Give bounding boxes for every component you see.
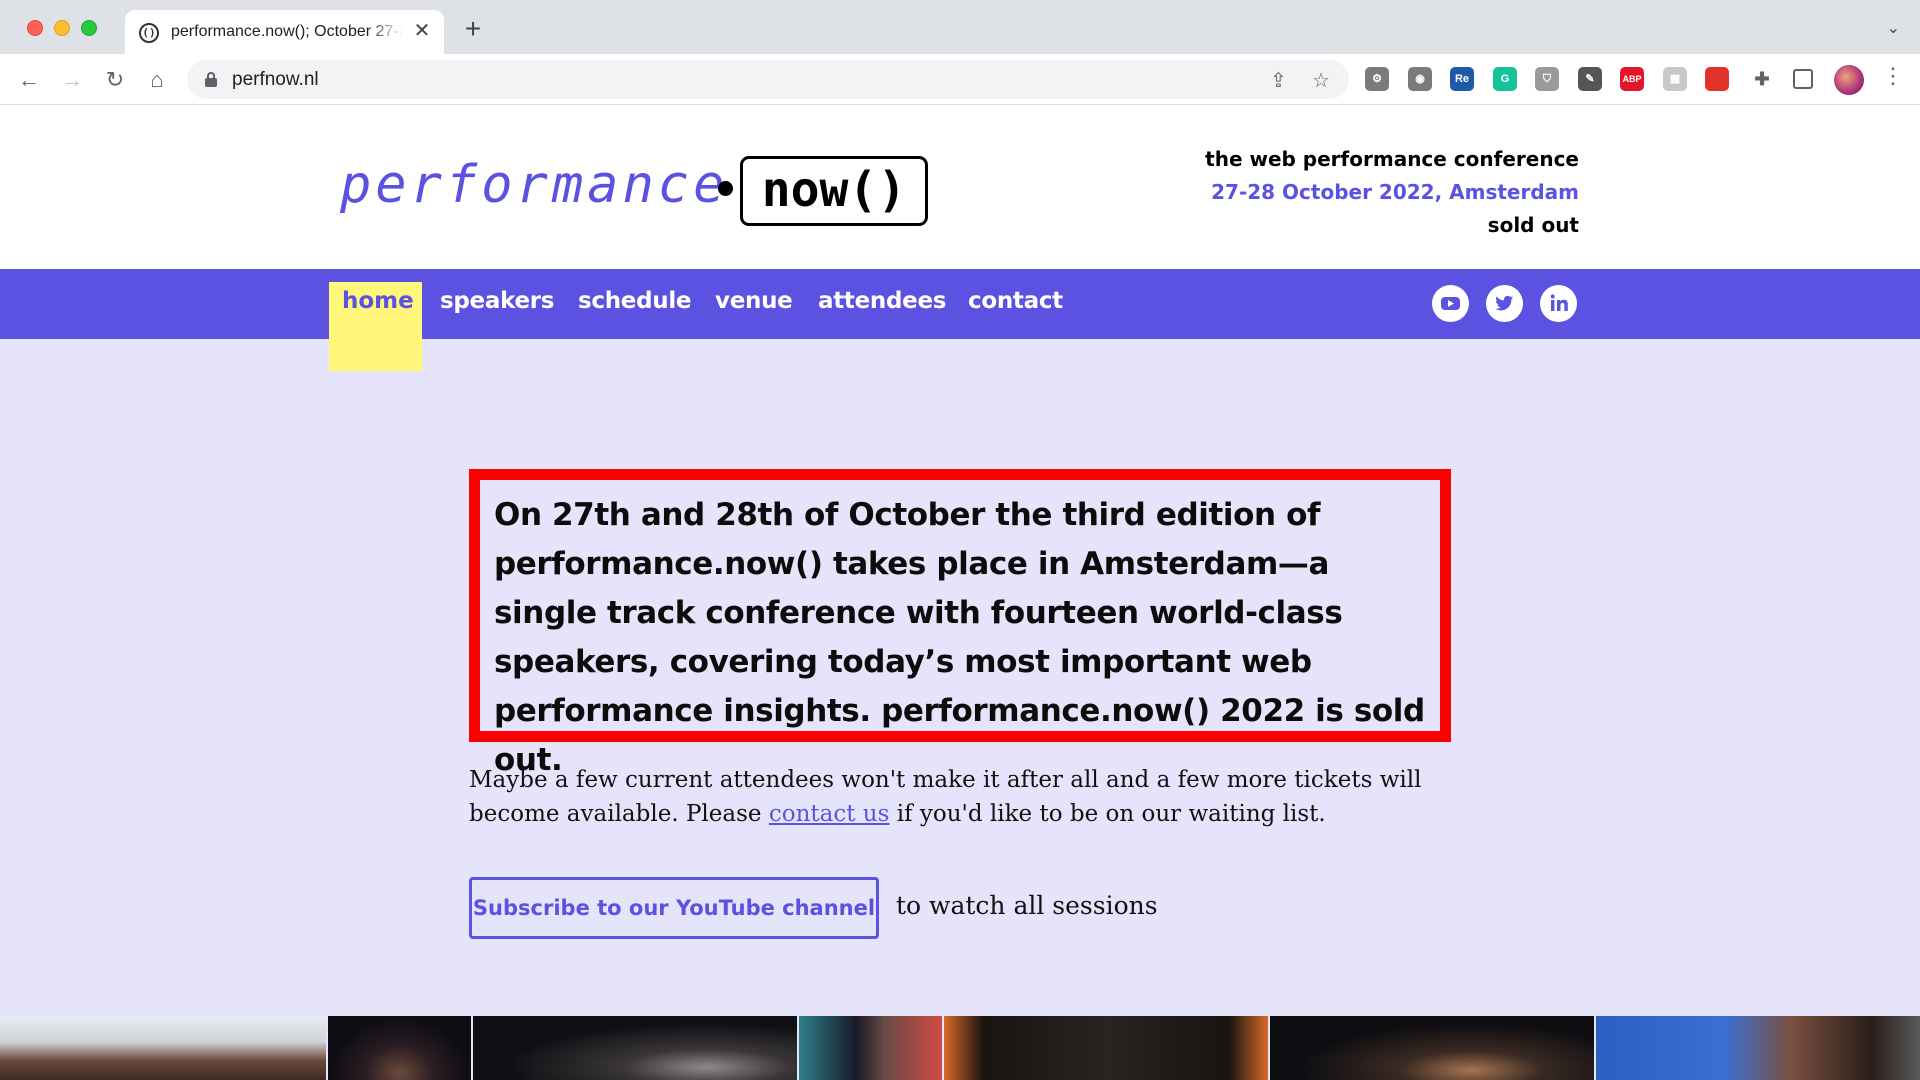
intro-highlight-frame: On 27th and 28th of October the third ed… [469,469,1451,778]
minimize-window-button[interactable] [54,20,70,36]
side-panel-icon[interactable] [1793,69,1813,89]
photo-speaker-5 [1596,1016,1920,1080]
browser-toolbar: ← → ↻ ⌂ perfnow.nl ⇪ ☆ ⚙ ◉ Re G ⛉ ✎ ABP ▦ ✚ ⋮ [0,54,1920,105]
nav-item-home-label: home [342,288,414,314]
close-window-button[interactable] [27,20,43,36]
address-bar[interactable]: perfnow.nl ⇪ ☆ [187,60,1349,99]
nav-item-attendees[interactable]: attendees [818,288,946,314]
maximize-window-button[interactable] [81,20,97,36]
waiting-list-paragraph: Maybe a few current attendees won't make… [469,763,1469,831]
nav-item-venue[interactable]: venue [715,288,793,314]
home-icon[interactable]: ⌂ [142,65,172,95]
re-extension-icon[interactable]: Re [1450,67,1474,91]
nav-item-schedule[interactable]: schedule [578,288,692,314]
contact-us-link[interactable]: contact us [769,801,890,827]
pin-extension-icon[interactable]: ✎ [1578,67,1602,91]
waiting-text-end: if you'd like to be on our waiting list. [889,801,1326,827]
grid-extension-icon[interactable]: ▦ [1663,67,1687,91]
logo-wordmark[interactable]: performance [340,155,728,215]
logo-now-box[interactable]: now() [740,156,928,226]
photo-venue-building [0,1016,326,1080]
abp-extension-icon[interactable]: ABP [1620,67,1644,91]
logo-dot [718,181,733,196]
red-square-extension-icon[interactable] [1705,67,1729,91]
tab-search-chevron-icon[interactable]: ⌄ [1887,18,1900,38]
watch-sessions-text: to watch all sessions [896,891,1158,920]
gear-extension-icon[interactable]: ⚙ [1365,67,1389,91]
tagline: the web performance conference [1205,147,1579,171]
photo-stage [944,1016,1268,1080]
main-navigation: home speakers schedule venue attendees c… [0,269,1920,371]
intro-paragraph: On 27th and 28th of October the third ed… [494,497,1425,778]
photo-speaker-3 [799,1016,942,1080]
event-dates: 27-28 October 2022, Amsterdam [1211,180,1579,204]
shield-extension-icon[interactable]: ⛉ [1535,67,1559,91]
linkedin-icon[interactable] [1540,285,1577,322]
twitter-icon[interactable] [1486,285,1523,322]
extensions-puzzle-icon[interactable]: ✚ [1750,67,1774,91]
forward-arrow-icon[interactable]: → [57,65,87,95]
photo-speaker-2 [473,1016,797,1080]
sold-out-status: sold out [1487,213,1579,237]
browser-tab-active[interactable]: () performance.now(); October 27-28, 202… [125,10,444,54]
camera-extension-icon[interactable]: ◉ [1408,67,1432,91]
bookmark-star-icon[interactable]: ☆ [1312,68,1330,93]
header-tagline-block: the web performance conference 27-28 Oct… [1205,143,1579,242]
reload-icon[interactable]: ↻ [100,65,130,95]
new-tab-button[interactable]: + [459,15,487,44]
share-icon[interactable]: ⇪ [1270,68,1287,93]
youtube-icon[interactable] [1432,285,1469,322]
tab-title: performance.now(); October 27-28, 2022 [171,23,403,40]
lock-icon[interactable] [205,72,217,87]
url-text[interactable]: perfnow.nl [232,69,319,91]
nav-item-contact[interactable]: contact [968,288,1063,314]
subscribe-youtube-button[interactable]: Subscribe to our YouTube channel [469,877,879,939]
nav-item-home[interactable]: home [329,282,422,371]
browser-menu-icon[interactable]: ⋮ [1882,63,1904,89]
browser-tab-bar: () performance.now(); October 27-28, 202… [0,0,1920,54]
grammarly-extension-icon[interactable]: G [1493,67,1517,91]
photo-speaker-1 [328,1016,471,1080]
photo-strip [0,1016,1920,1080]
tab-close-icon[interactable]: ✕ [410,19,434,43]
profile-avatar[interactable] [1834,65,1864,95]
tab-favicon-icon: () [139,23,159,43]
site-header: performance now() the web performance co… [0,105,1920,269]
photo-speaker-4 [1270,1016,1594,1080]
nav-item-speakers[interactable]: speakers [440,288,554,314]
back-arrow-icon[interactable]: ← [14,65,44,95]
